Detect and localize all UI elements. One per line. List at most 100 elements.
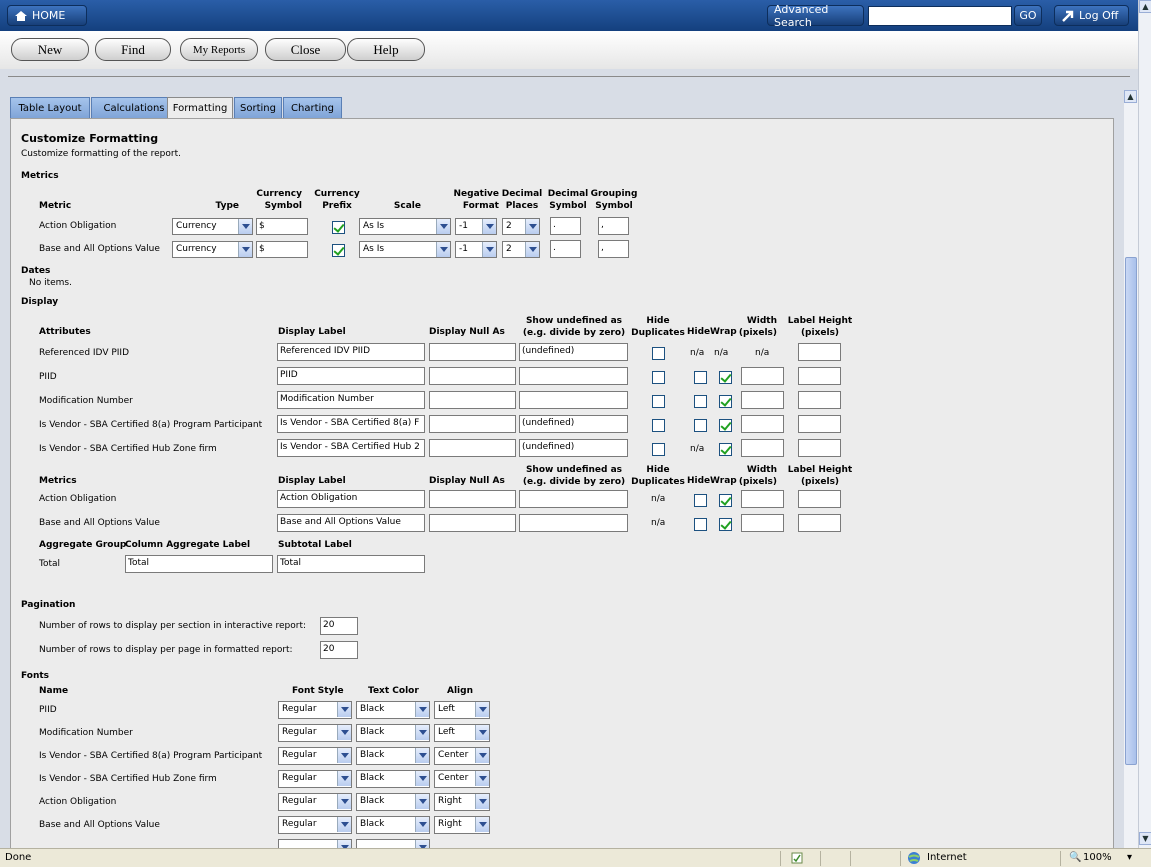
show-undefined-input[interactable] — [519, 514, 628, 532]
label-height-input[interactable] — [798, 367, 841, 385]
hide-duplicates-checkbox[interactable] — [652, 347, 665, 360]
my-reports-button[interactable]: My Reports — [180, 38, 258, 61]
display-null-input[interactable] — [429, 415, 516, 433]
new-button[interactable]: New — [11, 38, 89, 61]
content-scrollbar[interactable]: ▲ — [1124, 90, 1138, 848]
display-null-input[interactable] — [429, 439, 516, 457]
show-undefined-input[interactable]: (undefined) — [519, 439, 628, 457]
wrap-checkbox[interactable] — [719, 395, 732, 408]
align-select[interactable]: Right — [434, 816, 490, 834]
window-scrollbar[interactable]: ▲ ▼ — [1138, 0, 1151, 848]
find-button[interactable]: Find — [95, 38, 171, 61]
wrap-checkbox[interactable] — [719, 494, 732, 507]
show-undefined-input[interactable] — [519, 391, 628, 409]
label-height-input[interactable] — [798, 439, 841, 457]
scale-select[interactable]: As Is — [359, 218, 451, 235]
display-label-input[interactable]: PIID — [277, 367, 425, 385]
grouping-symbol-input[interactable]: , — [598, 240, 629, 258]
text-color-select[interactable]: Black — [356, 724, 430, 742]
zoom-segment[interactable]: 🔍 100% ▾ — [1060, 851, 1151, 866]
wrap-checkbox[interactable] — [719, 443, 732, 456]
font-style-select[interactable]: Regular — [278, 747, 352, 765]
label-height-input[interactable] — [798, 391, 841, 409]
tab-sorting[interactable]: Sorting — [234, 97, 282, 118]
hide-duplicates-checkbox[interactable] — [652, 395, 665, 408]
font-style-select[interactable]: Regular — [278, 793, 352, 811]
decimal-places-select[interactable]: 2 — [502, 218, 540, 235]
home-button[interactable]: HOME — [7, 5, 87, 26]
text-color-select[interactable]: Black — [356, 816, 430, 834]
currency-symbol-input[interactable]: $ — [256, 218, 308, 235]
align-select[interactable]: Left — [434, 724, 490, 742]
interactive-rows-input[interactable]: 20 — [320, 617, 358, 635]
subtotal-label-input[interactable]: Total — [277, 555, 425, 573]
align-select[interactable]: Center — [434, 770, 490, 788]
hide-checkbox[interactable] — [694, 395, 707, 408]
advanced-search-button[interactable]: Advanced Search — [767, 3, 864, 29]
show-undefined-input[interactable]: (undefined) — [519, 415, 628, 433]
display-null-input[interactable] — [429, 367, 516, 385]
type-select[interactable]: Currency — [172, 218, 253, 235]
logoff-button[interactable]: Log Off — [1054, 5, 1129, 26]
width-input[interactable] — [741, 415, 784, 433]
window-scroll-down-arrow-icon[interactable]: ▼ — [1139, 832, 1151, 845]
width-input[interactable] — [741, 514, 784, 532]
text-color-select[interactable]: Black — [356, 701, 430, 719]
hide-checkbox[interactable] — [694, 494, 707, 507]
align-select[interactable]: Left — [434, 701, 490, 719]
tab-charting[interactable]: Charting — [283, 97, 342, 118]
negative-format-select[interactable]: -1 — [455, 218, 497, 235]
display-label-input[interactable]: Base and All Options Value — [277, 514, 425, 532]
display-label-input[interactable]: Referenced IDV PIID — [277, 343, 425, 361]
column-aggregate-label-input[interactable]: Total — [125, 555, 273, 573]
text-color-select[interactable]: Black — [356, 747, 430, 765]
show-undefined-input[interactable] — [519, 490, 628, 508]
display-label-input[interactable]: Is Vendor - SBA Certified Hub 2 — [277, 439, 425, 457]
font-style-select[interactable]: Regular — [278, 701, 352, 719]
font-style-select[interactable]: Regular — [278, 816, 352, 834]
display-null-input[interactable] — [429, 391, 516, 409]
scroll-thumb[interactable] — [1125, 257, 1137, 765]
hide-duplicates-checkbox[interactable] — [652, 371, 665, 384]
zoom-dropdown-icon[interactable]: ▾ — [1127, 852, 1132, 863]
hide-checkbox[interactable] — [694, 371, 707, 384]
formatted-rows-input[interactable]: 20 — [320, 641, 358, 659]
currency-symbol-input[interactable]: $ — [256, 241, 308, 258]
wrap-checkbox[interactable] — [719, 371, 732, 384]
text-color-select[interactable]: Black — [356, 770, 430, 788]
tab-table-layout[interactable]: Table Layout — [10, 97, 90, 118]
decimal-symbol-input[interactable]: . — [550, 217, 581, 235]
align-select[interactable]: Right — [434, 793, 490, 811]
hide-checkbox[interactable] — [694, 419, 707, 432]
grouping-symbol-input[interactable]: , — [598, 217, 629, 235]
window-scroll-up-arrow-icon[interactable]: ▲ — [1139, 0, 1151, 13]
display-label-input[interactable]: Is Vendor - SBA Certified 8(a) F — [277, 415, 425, 433]
wrap-checkbox[interactable] — [719, 518, 732, 531]
display-null-input[interactable] — [429, 490, 516, 508]
display-label-input[interactable]: Action Obligation — [277, 490, 425, 508]
font-style-select[interactable]: Regular — [278, 724, 352, 742]
align-select[interactable]: Center — [434, 747, 490, 765]
display-null-input[interactable] — [429, 343, 516, 361]
width-input[interactable] — [741, 439, 784, 457]
tab-formatting[interactable]: Formatting — [167, 97, 233, 119]
wrap-checkbox[interactable] — [719, 419, 732, 432]
scroll-up-arrow-icon[interactable]: ▲ — [1124, 90, 1137, 103]
help-button[interactable]: Help — [347, 38, 425, 61]
width-input[interactable] — [741, 367, 784, 385]
search-input[interactable] — [868, 6, 1012, 26]
decimal-places-select[interactable]: 2 — [502, 241, 540, 258]
hide-duplicates-checkbox[interactable] — [652, 443, 665, 456]
type-select[interactable]: Currency — [172, 241, 253, 258]
display-null-input[interactable] — [429, 514, 516, 532]
label-height-input[interactable] — [798, 490, 841, 508]
width-input[interactable] — [741, 490, 784, 508]
close-button[interactable]: Close — [265, 38, 346, 61]
display-label-input[interactable]: Modification Number — [277, 391, 425, 409]
width-input[interactable] — [741, 391, 784, 409]
go-button[interactable]: GO — [1014, 5, 1042, 26]
tab-calculations[interactable]: Calculations — [91, 97, 177, 118]
hide-checkbox[interactable] — [694, 518, 707, 531]
decimal-symbol-input[interactable]: . — [550, 240, 581, 258]
label-height-input[interactable] — [798, 514, 841, 532]
